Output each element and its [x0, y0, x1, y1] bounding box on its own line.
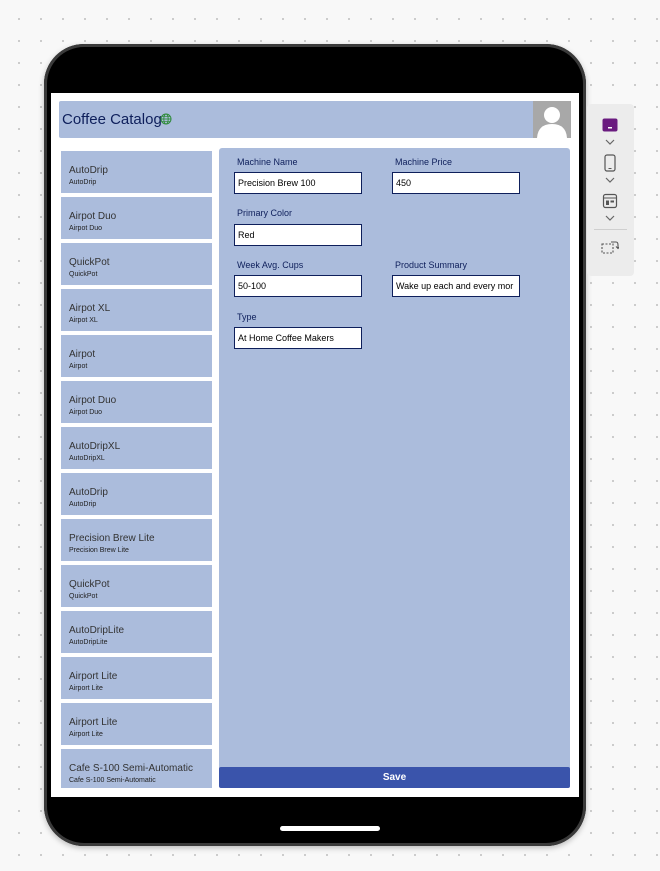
machine-price-label: Machine Price [395, 157, 453, 167]
list-item[interactable]: Cafe S-100 Semi-Automatic Cafe S-100 Semi… [61, 749, 212, 788]
machine-name-label: Machine Name [237, 157, 298, 167]
list-item-title: Airport Lite [69, 671, 118, 682]
list-item[interactable]: QuickPot QuickPot [61, 243, 212, 289]
list-item-title: Airpot Duo [69, 395, 117, 406]
color-theme-icon[interactable] [599, 114, 621, 136]
list-item-title: AutoDripLite [69, 625, 125, 636]
toolbar-divider [594, 229, 627, 230]
list-item-subtitle: Airpot XL [69, 317, 98, 324]
tablet-device-frame: Coffee Catalog AutoDrip AutoDrip Airpot Du… [44, 44, 586, 846]
adjust-screen-icon[interactable] [599, 237, 621, 259]
list-item-title: Cafe S-100 Semi-Automatic [69, 763, 193, 774]
list-item-subtitle: Airpot Duo [69, 409, 103, 416]
list-item-subtitle: Airport Lite [69, 731, 103, 738]
list-item-subtitle: AutoDrip [69, 501, 97, 508]
machine-price-field[interactable]: 450 [392, 172, 520, 194]
list-item-subtitle: AutoDripLite [69, 639, 108, 646]
list-item[interactable]: AutoDripLite AutoDripLite [61, 611, 212, 657]
week-avg-cups-label: Week Avg. Cups [237, 260, 304, 270]
list-item[interactable]: Airpot XL Airpot XL [61, 289, 212, 335]
list-item-title: AutoDripXL [69, 441, 121, 452]
list-item-title: Airport Lite [69, 717, 118, 728]
list-item[interactable]: AutoDripXL AutoDripXL [61, 427, 212, 473]
list-item-title: QuickPot [69, 579, 110, 590]
list-item-title: Airpot Duo [69, 211, 117, 222]
machine-name-field[interactable]: Precision Brew 100 [234, 172, 362, 194]
chevron-down-icon[interactable] [604, 138, 616, 146]
home-indicator [280, 826, 380, 831]
list-item[interactable]: Airpot Airpot [61, 335, 212, 381]
list-item-title: Precision Brew Lite [69, 533, 155, 544]
type-label: Type [237, 312, 257, 322]
app-screen: Coffee Catalog AutoDrip AutoDrip Airpot Du… [51, 93, 579, 797]
list-item-title: Airpot XL [69, 303, 111, 314]
list-item[interactable]: Airpot Duo Airpot Duo [61, 381, 212, 427]
list-item-subtitle: QuickPot [69, 271, 98, 278]
chevron-down-icon[interactable] [604, 214, 616, 222]
user-avatar-icon[interactable] [533, 101, 571, 138]
list-item-subtitle: Airpot Duo [69, 225, 103, 232]
layout-icon[interactable] [599, 190, 621, 212]
globe-icon [160, 113, 172, 125]
chevron-down-icon[interactable] [604, 176, 616, 184]
list-item-title: AutoDrip [69, 165, 108, 176]
list-item-subtitle: Cafe S-100 Semi-Automatic [69, 777, 156, 784]
app-header: Coffee Catalog [59, 101, 571, 138]
primary-color-field[interactable]: Red [234, 224, 362, 246]
list-item-title: AutoDrip [69, 487, 108, 498]
week-avg-cups-field[interactable]: 50-100 [234, 275, 362, 297]
list-item-title: Airpot [69, 349, 96, 360]
list-item[interactable]: Precision Brew Lite Precision Brew Lite [61, 519, 212, 565]
side-toolbar [587, 104, 634, 276]
list-item-subtitle: QuickPot [69, 593, 98, 600]
product-summary-label: Product Summary [395, 260, 468, 270]
primary-color-label: Primary Color [237, 208, 293, 218]
device-phone-icon[interactable] [599, 152, 621, 174]
list-item-subtitle: AutoDrip [69, 179, 97, 186]
save-button[interactable]: Save [219, 767, 570, 788]
type-field[interactable]: At Home Coffee Makers [234, 327, 362, 349]
list-item-subtitle: Precision Brew Lite [69, 547, 129, 554]
machine-gallery[interactable]: AutoDrip AutoDrip Airpot Duo Airpot Duo Quic… [61, 148, 212, 788]
list-item-subtitle: AutoDripXL [69, 455, 105, 462]
product-summary-field[interactable]: Wake up each and every mor [392, 275, 520, 297]
list-item[interactable]: Airport Lite Airport Lite [61, 703, 212, 749]
list-item[interactable]: Airport Lite Airport Lite [61, 657, 212, 703]
list-item[interactable]: QuickPot QuickPot [61, 565, 212, 611]
list-item-title: QuickPot [69, 257, 110, 268]
edit-form: Machine Name Precision Brew 100 Machine … [219, 148, 570, 788]
list-item[interactable]: AutoDrip AutoDrip [61, 151, 212, 197]
list-item-subtitle: Airport Lite [69, 685, 103, 692]
list-item[interactable]: Airpot Duo Airpot Duo [61, 197, 212, 243]
gallery-list: AutoDrip AutoDrip Airpot Duo Airpot Duo Quic… [61, 151, 212, 788]
page-title: Coffee Catalog [62, 111, 162, 128]
list-item[interactable]: AutoDrip AutoDrip [61, 473, 212, 519]
list-item-subtitle: Airpot [69, 363, 88, 370]
